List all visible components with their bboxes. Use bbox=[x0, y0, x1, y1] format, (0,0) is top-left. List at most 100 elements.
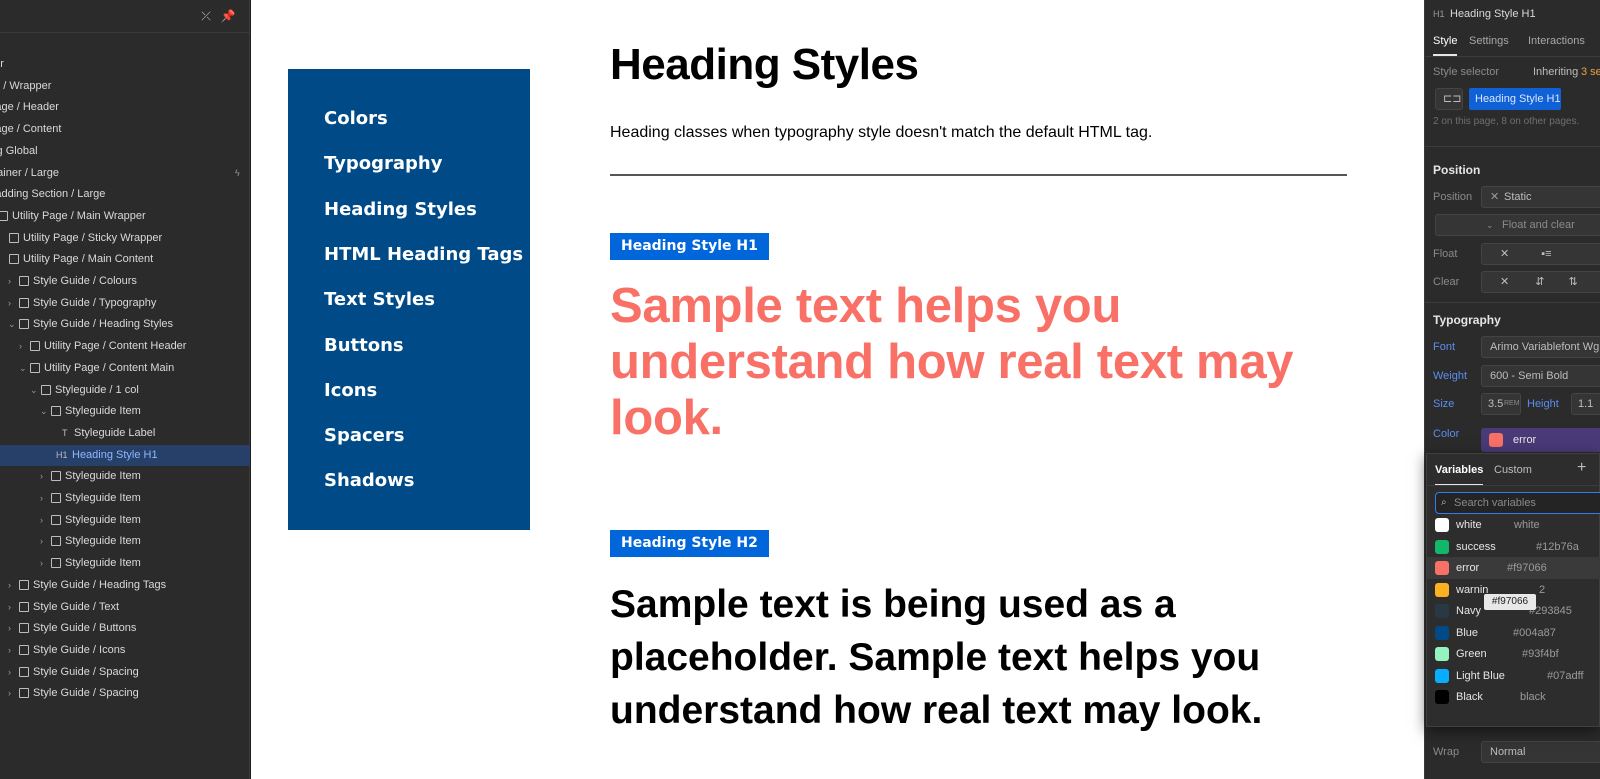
variable-row[interactable]: white white bbox=[1427, 514, 1600, 536]
styleguide-nav-link[interactable]: Colors bbox=[324, 108, 388, 130]
chevron-right-icon[interactable]: › bbox=[8, 662, 18, 683]
typography-section-title[interactable]: Typography bbox=[1433, 313, 1501, 327]
chevron-right-icon[interactable]: › bbox=[40, 510, 50, 531]
styleguide-nav-link[interactable]: Shadows bbox=[324, 470, 415, 492]
chevron-right-icon[interactable]: › bbox=[8, 640, 18, 661]
styleguide-nav-link[interactable]: Spacers bbox=[324, 425, 404, 447]
navigator-row[interactable]: › Styleguide Item bbox=[0, 510, 250, 531]
navigator-row[interactable]: Page / Header bbox=[0, 97, 250, 118]
float-clear-toggle[interactable]: ⌄ Float and clear bbox=[1435, 214, 1600, 236]
tab-settings[interactable]: Settings bbox=[1469, 35, 1509, 47]
color-field[interactable]: error bbox=[1481, 428, 1600, 452]
navigator-row[interactable]: Utility Page / Main Content bbox=[0, 249, 250, 270]
pin-icon[interactable]: 📌 bbox=[220, 8, 236, 24]
tab-interactions[interactable]: Interactions bbox=[1528, 35, 1585, 47]
chevron-down-icon[interactable]: ⌄ bbox=[40, 401, 50, 422]
chevron-down-icon[interactable]: ⌄ bbox=[8, 314, 18, 335]
navigator-row[interactable]: ntainer / Large ϟ bbox=[0, 163, 250, 184]
clear-options[interactable]: ✕ ⇵ ⇅ bbox=[1481, 271, 1600, 293]
variable-row[interactable]: error #f97066 bbox=[1427, 557, 1600, 579]
chevron-right-icon[interactable]: › bbox=[19, 336, 29, 357]
chevron-right-icon[interactable]: › bbox=[8, 597, 18, 618]
variable-name: success bbox=[1456, 540, 1496, 553]
navigator-row[interactable]: Padding Section / Large bbox=[0, 184, 250, 205]
styleguide-nav-link[interactable]: Text Styles bbox=[324, 289, 435, 311]
navigator-row[interactable]: ⌄ Styleguide Item bbox=[0, 401, 250, 422]
chevron-right-icon[interactable]: › bbox=[40, 466, 50, 487]
chevron-right-icon[interactable]: › bbox=[40, 553, 50, 574]
navigator-row[interactable]: › Style Guide / Heading Tags bbox=[0, 575, 250, 596]
collapse-icon[interactable]: ⤫ bbox=[198, 8, 214, 24]
styleguide-nav-link[interactable]: Heading Styles bbox=[324, 199, 477, 221]
font-label: Font bbox=[1433, 341, 1456, 353]
chevron-right-icon[interactable]: › bbox=[8, 271, 18, 292]
selector-icon-box[interactable]: ⊏⊐ bbox=[1435, 88, 1463, 110]
weight-select[interactable]: 600 - Semi Bold bbox=[1481, 365, 1600, 387]
inheriting-count[interactable]: 3 se bbox=[1581, 66, 1600, 78]
navigator-row[interactable]: › Style Guide / Typography bbox=[0, 293, 250, 314]
styleguide-nav-link[interactable]: Icons bbox=[324, 380, 377, 402]
heading-style-h2-sample[interactable]: Sample text is being used as a placehold… bbox=[610, 578, 1330, 737]
tab-custom[interactable]: Custom bbox=[1494, 464, 1532, 476]
navigator-row[interactable]: › Style Guide / Text bbox=[0, 597, 250, 618]
navigator-row[interactable]: › Utility Page / Content Header bbox=[0, 336, 250, 357]
size-input[interactable]: 3.5 REM bbox=[1481, 393, 1521, 415]
navigator-row[interactable]: ⌄ Style Guide / Heading Styles bbox=[0, 314, 250, 335]
navigator-row[interactable]: ing Global bbox=[0, 141, 250, 162]
chevron-down-icon[interactable]: ⌄ bbox=[30, 380, 40, 401]
chevron-right-icon[interactable]: › bbox=[40, 488, 50, 509]
chevron-down-icon[interactable]: ⌄ bbox=[19, 358, 29, 379]
navigator-row[interactable]: Page / Content bbox=[0, 119, 250, 140]
font-select[interactable]: Arimo Variablefont Wght bbox=[1481, 336, 1600, 358]
navigator-row-label: Utility Page / Main Content bbox=[23, 253, 154, 266]
navigator-row[interactable]: › Styleguide Item bbox=[0, 488, 250, 509]
chevron-right-icon[interactable]: › bbox=[8, 618, 18, 639]
navigator-row[interactable]: › Styleguide Item bbox=[0, 553, 250, 574]
navigator-row[interactable]: › Style Guide / Spacing bbox=[0, 662, 250, 683]
divider bbox=[1425, 302, 1600, 303]
variable-row[interactable]: success #12b76a bbox=[1427, 536, 1600, 558]
size-unit[interactable]: REM bbox=[1504, 394, 1520, 414]
navigator-row[interactable]: Utility Page / Main Wrapper bbox=[0, 206, 250, 227]
navigator-row[interactable]: Utility Page / Sticky Wrapper bbox=[0, 228, 250, 249]
position-select[interactable]: ✕ Static bbox=[1481, 186, 1600, 208]
tab-variables[interactable]: Variables bbox=[1435, 464, 1484, 486]
navigator-row[interactable]: › Style Guide / Spacing bbox=[0, 683, 250, 704]
navigator-row[interactable]: T Styleguide Label bbox=[0, 423, 250, 444]
navigator-row[interactable]: ⌄ Styleguide / 1 col bbox=[0, 380, 250, 401]
float-options[interactable]: ✕ ▪≡ bbox=[1481, 243, 1600, 265]
navigator-row[interactable]: H1 Heading Style H1 bbox=[0, 444, 250, 466]
navigator-row[interactable]: › Styleguide Item bbox=[0, 531, 250, 552]
navigator-row[interactable]: ge / Wrapper bbox=[0, 76, 250, 97]
search-variables-input[interactable]: ⌕ Search variables bbox=[1435, 492, 1600, 514]
chevron-right-icon[interactable]: › bbox=[8, 683, 18, 704]
h2-style-label[interactable]: Heading Style H2 bbox=[610, 530, 769, 557]
wrap-select[interactable]: Normal bbox=[1481, 741, 1600, 763]
add-variable-icon[interactable]: + bbox=[1577, 459, 1586, 477]
navigator-row[interactable]: › Style Guide / Buttons bbox=[0, 618, 250, 639]
variable-row[interactable]: Black black bbox=[1427, 686, 1600, 708]
height-input[interactable]: 1.1 bbox=[1571, 393, 1600, 415]
navigator-row[interactable]: per bbox=[0, 54, 250, 75]
styleguide-nav-link[interactable]: HTML Heading Tags bbox=[324, 244, 523, 266]
variable-row[interactable]: Blue #004a87 bbox=[1427, 622, 1600, 644]
navigator-row[interactable]: ⌄ Utility Page / Content Main bbox=[0, 358, 250, 379]
chevron-right-icon[interactable]: › bbox=[40, 531, 50, 552]
heading-style-h1-sample[interactable]: Sample text helps you understand how rea… bbox=[610, 278, 1330, 446]
chevron-right-icon[interactable]: › bbox=[8, 575, 18, 596]
navigator-row[interactable]: › Style Guide / Icons bbox=[0, 640, 250, 661]
position-section-title[interactable]: Position bbox=[1433, 163, 1480, 177]
chevron-right-icon[interactable]: › bbox=[8, 293, 18, 314]
navigator-row[interactable]: › Style Guide / Colours bbox=[0, 271, 250, 292]
selector-chip[interactable]: Heading Style H1 bbox=[1469, 88, 1561, 110]
h1-style-label[interactable]: Heading Style H1 bbox=[610, 233, 769, 260]
variable-row[interactable]: Green #93f4bf bbox=[1427, 643, 1600, 665]
div-block-icon bbox=[41, 384, 51, 395]
chevron-down-icon: ⌄ bbox=[1486, 220, 1494, 230]
navigator-row[interactable]: › Styleguide Item bbox=[0, 466, 250, 487]
styleguide-nav-link[interactable]: Typography bbox=[324, 153, 442, 175]
navigator-row-label: Style Guide / Heading Styles bbox=[33, 318, 174, 331]
variable-row[interactable]: Light Blue #07adff bbox=[1427, 665, 1600, 687]
tab-style[interactable]: Style bbox=[1433, 35, 1458, 56]
styleguide-nav-link[interactable]: Buttons bbox=[324, 335, 404, 357]
